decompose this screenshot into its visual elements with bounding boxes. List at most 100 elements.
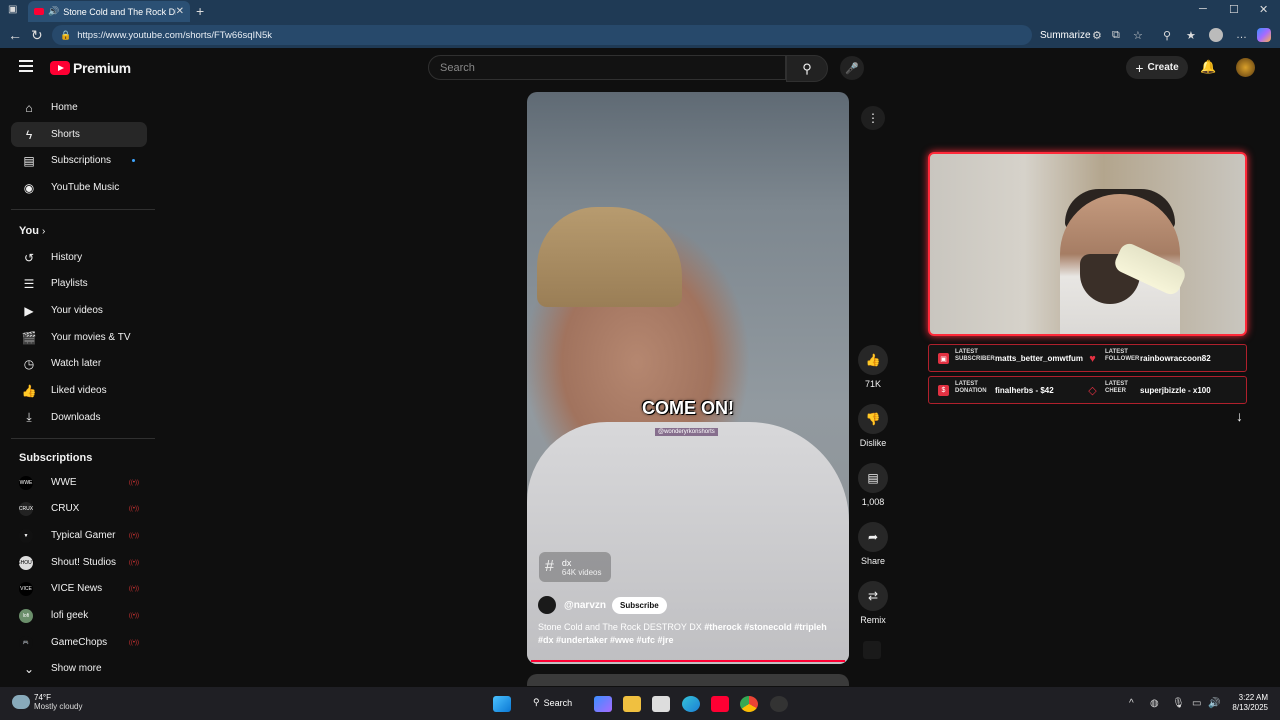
latest-cheer-value: superjbizzle - x100 [1140, 386, 1211, 395]
subscription-item-vice-news[interactable]: VICE VICE News ((•)) [11, 576, 147, 601]
movies-icon: 🎬 [21, 330, 37, 345]
tray-mic-icon[interactable]: 🎙 [1172, 698, 1185, 709]
windows-start-icon[interactable] [493, 696, 511, 712]
sound-source-avatar[interactable] [863, 641, 881, 659]
chrome-icon[interactable] [740, 696, 758, 712]
browser-tab[interactable]: 🔊 Stone Cold and The Rock DESTROY ✕ [28, 1, 190, 22]
refresh-icon[interactable]: ↻ [31, 27, 43, 44]
extensions-icon[interactable]: ⚲ [1163, 29, 1171, 42]
network-icon[interactable]: ▭ [1192, 698, 1201, 709]
system-clock[interactable]: 3:22 AM 8/13/2025 [1226, 693, 1268, 713]
sidebar-divider [11, 438, 155, 439]
next-video-arrow-icon[interactable]: ↓ [1236, 408, 1243, 424]
sidebar-you-heading[interactable]: You › [19, 225, 45, 237]
shorts-video-player[interactable]: COME ON! @wonderyrkonshorts # dx 64K vid… [527, 92, 849, 664]
tab-actions-icon[interactable]: ▣ [8, 4, 17, 15]
video-title-hashtags[interactable]: #therock #stonecold #tripleh [704, 622, 827, 632]
sidebar-item-playlists[interactable]: ☰ Playlists [11, 271, 147, 296]
like-button[interactable]: 👍 71K [858, 345, 888, 389]
create-label: Create [1147, 62, 1179, 73]
more-options-button[interactable]: ⋮ [861, 106, 885, 130]
tray-app-icon[interactable]: ◍ [1150, 698, 1159, 709]
search-button[interactable]: ⚲ [786, 55, 828, 82]
browser-menu-icon[interactable]: … [1236, 29, 1247, 41]
copilot-app-icon[interactable] [594, 696, 612, 712]
read-aloud-icon[interactable]: ⚙ [1092, 29, 1102, 42]
tray-overflow-icon[interactable]: ^ [1129, 698, 1134, 709]
store-icon[interactable] [652, 696, 670, 712]
sidebar-item-youtube-music[interactable]: ◉ YouTube Music [11, 175, 147, 200]
subscription-item-shout-studios[interactable]: SHOUT Shout! Studios ((•)) [11, 550, 147, 575]
site-info-icon[interactable]: 🔒 [60, 30, 71, 41]
new-tab-button[interactable]: + [196, 3, 204, 19]
stream-stats-row: $ LATEST DONATION finalherbs - $42 ◇ LATE… [928, 376, 1247, 404]
subscription-label: Typical Gamer [51, 530, 116, 541]
next-short-preview[interactable] [527, 674, 849, 686]
create-button[interactable]: + Create [1126, 56, 1188, 79]
favorites-icon[interactable]: ★ [1186, 29, 1196, 42]
hashtag-chip[interactable]: # dx 64K videos [539, 552, 611, 582]
sidebar-item-shorts[interactable]: ϟ Shorts [11, 122, 147, 147]
live-indicator-icon: ((•)) [128, 532, 139, 539]
channel-handle[interactable]: @narvzn [564, 600, 606, 611]
sidebar-item-label: YouTube Music [51, 182, 120, 193]
sidebar-item-subscriptions[interactable]: ▤ Subscriptions [11, 148, 147, 173]
subscription-item-typical-gamer[interactable]: ▼ Typical Gamer ((•)) [11, 523, 147, 548]
subscribe-button[interactable]: Subscribe [611, 596, 667, 614]
url-field[interactable]: 🔒 https://www.youtube.com/shorts/FTw66sq… [52, 25, 1032, 45]
stream-stats-row: ▣ LATEST SUBSCRIBER matts_better_omwtfum … [928, 344, 1247, 372]
account-avatar[interactable] [1236, 58, 1255, 77]
taskbar-search-label: Search [543, 697, 573, 708]
playlists-icon: ☰ [23, 276, 35, 291]
subscription-item-gamechops[interactable]: 🎮 GameChops ((•)) [11, 630, 147, 655]
obs-icon[interactable] [770, 696, 788, 712]
sidebar-item-movies[interactable]: 🎬 Your movies & TV [11, 325, 147, 350]
video-progress-bar[interactable] [531, 660, 845, 662]
minimize-button[interactable]: ─ [1199, 3, 1207, 15]
file-explorer-icon[interactable] [623, 696, 641, 712]
channel-avatar[interactable] [538, 596, 556, 614]
youtube-logo[interactable]: Premium [50, 60, 131, 76]
maximize-button[interactable]: ☐ [1229, 3, 1239, 16]
music-icon: ◉ [23, 180, 35, 195]
weather-widget[interactable]: 74°F Mostly cloudy [12, 693, 82, 711]
sidebar-item-label: Home [51, 102, 78, 113]
sidebar-item-downloads[interactable]: ⤓ Downloads [11, 405, 147, 430]
show-more-button[interactable]: ⌄ Show more [11, 656, 147, 681]
youtube-favicon-icon [34, 8, 44, 15]
voice-search-button[interactable]: 🎤 [840, 56, 864, 80]
volume-icon[interactable]: 🔊 [1208, 698, 1220, 709]
new-content-dot [132, 159, 135, 162]
notifications-bell-icon[interactable]: 🔔 [1200, 59, 1216, 75]
split-screen-icon[interactable]: ⧉ [1112, 29, 1120, 42]
subscription-item-crux[interactable]: CRUX CRUX ((•)) [11, 496, 147, 521]
sidebar-item-history[interactable]: ↺ History [11, 245, 147, 270]
close-window-button[interactable]: ✕ [1259, 3, 1268, 16]
youtube-app-icon[interactable] [711, 696, 729, 712]
latest-donation-label: LATEST DONATION [955, 381, 987, 394]
sidebar-item-watch-later[interactable]: ◷ Watch later [11, 351, 147, 376]
favorite-star-icon[interactable]: ☆ [1133, 29, 1143, 42]
comments-button[interactable]: ▤ 1,008 [858, 463, 888, 507]
video-title-hashtags[interactable]: #dx #undertaker #wwe #ufc #jre [538, 635, 674, 645]
subscription-item-wwe[interactable]: WWE WWE ((•)) [11, 470, 147, 495]
edge-icon[interactable] [682, 696, 700, 712]
sidebar-item-liked-videos[interactable]: 👍 Liked videos [11, 378, 147, 403]
share-button[interactable]: ➦ Share [858, 522, 888, 566]
weather-condition: Mostly cloudy [34, 702, 83, 711]
chevron-right-icon: › [42, 226, 46, 237]
dislike-button[interactable]: 👎 Dislike [858, 404, 888, 448]
taskbar-search[interactable]: ⚲ Search [533, 697, 572, 708]
close-tab-icon[interactable]: ✕ [176, 6, 184, 17]
sidebar-item-home[interactable]: ⌂ Home [11, 95, 147, 120]
subscription-item-lofi-geek[interactable]: lofi lofi geek ((•)) [11, 603, 147, 628]
sidebar-item-your-videos[interactable]: ▶ Your videos [11, 298, 147, 323]
speaker-icon[interactable]: 🔊 [48, 6, 59, 17]
copilot-icon[interactable] [1257, 28, 1271, 42]
back-icon[interactable]: ← [8, 27, 22, 43]
summarize-button[interactable]: Summarize [1040, 30, 1091, 41]
search-input[interactable]: Search [428, 55, 786, 80]
profile-icon[interactable] [1209, 28, 1223, 42]
remix-button[interactable]: ⇄ Remix [858, 581, 888, 625]
menu-icon[interactable] [19, 60, 33, 75]
